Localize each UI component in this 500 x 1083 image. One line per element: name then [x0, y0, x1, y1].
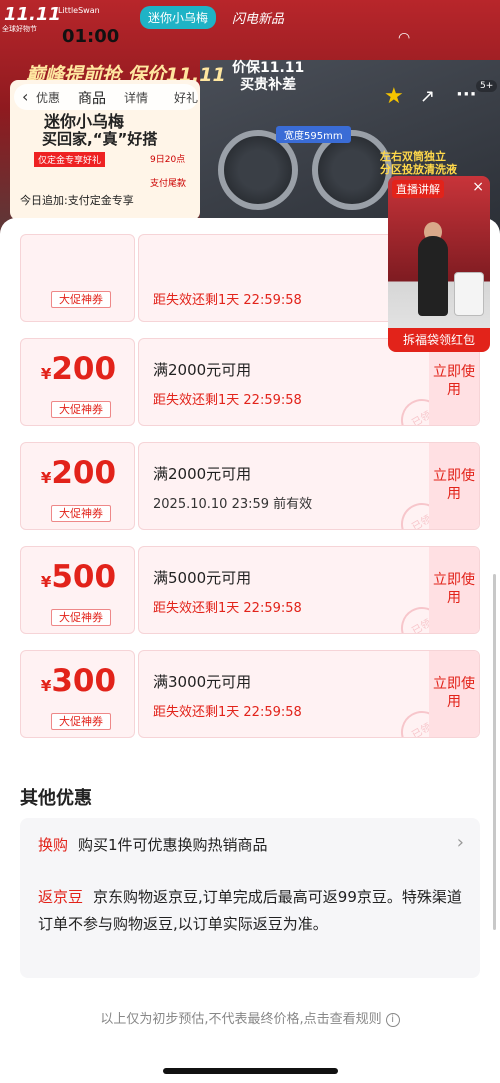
- footer-note[interactable]: 以上仅为初步预估,不代表最终价格,点击查看规则 i: [0, 1008, 500, 1027]
- other-offers-title: 其他优惠: [20, 788, 92, 809]
- coupon-stub: ¥300 大促神券: [20, 650, 135, 738]
- size-label: 宽度595mm: [276, 126, 351, 143]
- coupon-condition: 满3000元可用: [153, 673, 252, 691]
- feature-text: 左右双筒独立 分区投放清洗液: [380, 150, 457, 176]
- jingdou-label: 返京豆: [38, 888, 84, 906]
- coupon-card: ¥500 大促神券 满5000元可用 距失效还剩1天 22:59:58 已领 立…: [20, 546, 480, 634]
- washer-thumbnail: [454, 272, 484, 316]
- coupon-tag: 大促神券: [51, 505, 111, 522]
- brand-tag: 闪电新品: [232, 12, 285, 27]
- coupon-expiry: 距失效还剩1天 22:59:58: [153, 393, 302, 408]
- use-now-button[interactable]: 立即使用: [429, 651, 479, 737]
- scrollbar[interactable]: [493, 574, 496, 930]
- wifi-icon: ◠: [398, 30, 411, 46]
- coupon-tag: 大促神券: [51, 291, 111, 308]
- coupon-expiry: 2025.10.10 23:59 前有效: [153, 497, 313, 512]
- coupon-amount: ¥200: [40, 455, 117, 491]
- promo-card-note: 今日追加:支付定金专享: [20, 194, 134, 207]
- coupon-card: ¥200 大促神券 满2000元可用 2025.10.10 23:59 前有效 …: [20, 442, 480, 530]
- exchange-label: 换购: [38, 836, 69, 854]
- coupon-stub: ¥200 大促神券: [20, 442, 135, 530]
- coupon-body: 满5000元可用 距失效还剩1天 22:59:58 已领 立即使用: [138, 546, 480, 634]
- promo-logo: 11.11: [4, 4, 61, 25]
- coupon-expiry: 距失效还剩1天 22:59:58: [153, 705, 302, 720]
- live-stream-window[interactable]: 直播讲解 × 拆福袋领红包: [388, 176, 490, 352]
- favorite-star-icon[interactable]: ★: [384, 84, 404, 109]
- product-nav-tabs: ‹ 优惠 商品 详情 好礼: [14, 84, 198, 110]
- coupon-stub: ¥500 大促神券: [20, 546, 135, 634]
- home-indicator[interactable]: [163, 1068, 338, 1074]
- coupon-condition: 满2000元可用: [153, 465, 252, 483]
- close-icon[interactable]: ×: [472, 179, 484, 195]
- coupon-condition: 满2000元可用: [153, 361, 252, 379]
- back-icon[interactable]: ‹: [22, 87, 28, 106]
- brand-name: LittleSwan: [58, 6, 100, 15]
- jingdou-offer-row: 返京豆 京东购物返京豆,订单完成后最高可返99京豆。特殊渠道订单不参与购物返豆,以…: [38, 884, 466, 938]
- coupon-tag: 大促神券: [51, 609, 111, 626]
- promo-mini-3: 支付尾款: [150, 179, 187, 189]
- coupon-body: 满3000元可用 距失效还剩1天 22:59:58 已领 立即使用: [138, 650, 480, 738]
- share-icon[interactable]: ↗: [420, 86, 435, 107]
- tab-coupon[interactable]: 优惠: [36, 89, 60, 106]
- info-icon[interactable]: i: [385, 1012, 400, 1027]
- promo-slogan-right: 价保11.11 买贵补差: [232, 60, 305, 93]
- promo-mini-2: 9日20点: [150, 155, 186, 165]
- coupon-amount: ¥200: [40, 351, 117, 387]
- more-badge: 5+: [476, 80, 498, 92]
- exchange-text: 购买1件可优惠换购热销商品: [78, 836, 268, 854]
- coupon-expiry: 距失效还剩1天 22:59:58: [153, 293, 302, 308]
- promo-mini-1: 仅定金专享好礼: [34, 152, 106, 167]
- use-now-button[interactable]: 立即使用: [429, 547, 479, 633]
- coupon-amount: ¥300: [40, 663, 117, 699]
- coupon-stub: 大促神券: [20, 234, 135, 322]
- jingdou-text: 京东购物返京豆,订单完成后最高可返99京豆。特殊渠道订单不参与购物返豆,以订单实…: [38, 888, 462, 933]
- coupon-stub: ¥200 大促神券: [20, 338, 135, 426]
- promo-card-subtitle: 买回家,“真”好搭: [42, 130, 158, 148]
- tab-product[interactable]: 商品: [78, 88, 106, 108]
- coupon-tag: 大促神券: [51, 713, 111, 730]
- status-time: 01:00: [62, 26, 120, 47]
- use-now-button[interactable]: 立即使用: [429, 339, 479, 425]
- live-tag: 直播讲解: [392, 180, 444, 198]
- tab-detail[interactable]: 详情: [124, 89, 148, 106]
- coupon-condition: 满5000元可用: [153, 569, 252, 587]
- coupon-body: 满2000元可用 2025.10.10 23:59 前有效 已领 立即使用: [138, 442, 480, 530]
- promo-logo-sub: 全球好物节: [2, 25, 37, 33]
- red-packet-button[interactable]: 拆福袋领红包: [388, 328, 490, 352]
- coupon-expiry: 距失效还剩1天 22:59:58: [153, 601, 302, 616]
- mini-chip: 迷你小乌梅: [140, 6, 217, 29]
- chevron-right-icon[interactable]: ›: [457, 832, 464, 853]
- tab-gift[interactable]: 好礼: [174, 89, 198, 106]
- coupon-card: ¥300 大促神券 满3000元可用 距失效还剩1天 22:59:58 已领 立…: [20, 650, 480, 738]
- host-figure: [418, 236, 448, 316]
- exchange-offer-row[interactable]: 换购 购买1件可优惠换购热销商品: [38, 834, 268, 855]
- more-icon[interactable]: ···: [456, 84, 477, 105]
- use-now-button[interactable]: 立即使用: [429, 443, 479, 529]
- coupon-tag: 大促神券: [51, 401, 111, 418]
- coupon-amount: ¥500: [40, 559, 117, 595]
- other-offers-box: 换购 购买1件可优惠换购热销商品 › 返京豆 京东购物返京豆,订单完成后最高可返99…: [20, 818, 480, 978]
